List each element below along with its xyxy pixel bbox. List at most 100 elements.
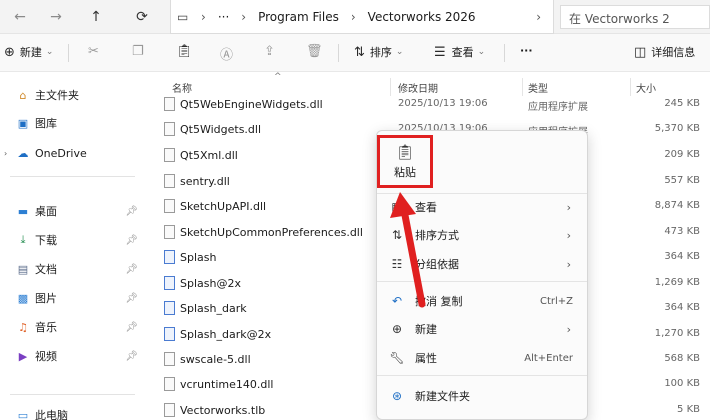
video-icon: ▶ [18,349,28,363]
breadcrumb-program-files[interactable]: Program Files [252,10,345,24]
pin-icon[interactable]: 📌︎ [125,264,138,275]
sidebar-item-label: 此电脑 [35,409,68,420]
sidebar-item-home[interactable]: ⌂ 主文件夹 [0,84,146,106]
pictures-icon: ▩ [17,291,29,305]
file-size: 1,270 KB [654,328,700,339]
dll-file-icon [164,225,175,239]
sidebar-item-label: 视频 [35,350,57,363]
paste-icon: 📋︎ [395,142,415,161]
menu-item-new[interactable]: ⊕ 新建 › [385,315,581,343]
sidebar-item-onedrive[interactable]: › ☁ OneDrive [0,142,146,164]
menu-item-label: 新建 [415,323,437,336]
share-icon[interactable]: ⇪ [264,44,275,59]
file-type: 应用程序扩展 [528,102,588,113]
pin-icon[interactable]: 📌︎ [125,351,138,362]
pin-icon[interactable]: 📌︎ [125,322,138,333]
file-size: 568 KB [664,353,700,364]
document-icon: ▤ [17,262,29,276]
more-button[interactable]: ··· [520,44,533,57]
chevron-right-icon[interactable]: › [195,10,212,24]
file-name: Qt5WebEngineWidgets.dll [180,98,323,111]
breadcrumb-vectorworks[interactable]: Vectorworks 2026 [362,10,482,24]
arrow-shaft [400,206,426,308]
table-row[interactable]: Qt5WebEngineWidgets.dll 2025/10/13 19:06… [150,92,710,117]
breadcrumb[interactable]: ▭ › ··· › Program Files › Vectorworks 20… [170,0,554,34]
image-file-icon [164,276,175,290]
file-size: 364 KB [664,302,700,313]
sidebar-item-pictures[interactable]: ▩ 图片 📌︎ [0,287,146,309]
pin-icon[interactable]: 📌︎ [125,293,138,304]
sidebar-item-this-pc[interactable]: ▭ 此电脑 [0,404,146,420]
monitor-icon[interactable]: ▭ [177,10,195,24]
sidebar-item-desktop[interactable]: ▬ 桌面 📌︎ [0,200,146,222]
paste-icon[interactable]: 📋︎ [176,44,193,59]
up-icon[interactable]: ↑ [84,5,108,29]
file-size: 1,269 KB [654,277,700,288]
details-label: 详细信息 [651,46,696,59]
delete-icon[interactable]: 🗑︎ [306,44,323,59]
shortcut-label: Ctrl+Z [539,295,573,307]
sidebar-item-label: 图片 [35,292,57,305]
menu-item-new-folder[interactable]: ⊛ 新建文件夹 [385,382,581,410]
file-name: Splash [180,251,217,264]
menu-divider [377,375,587,376]
back-icon[interactable]: ← [8,5,32,29]
cloud-icon: ☁ [17,146,29,160]
sort-icon: ⇅ [354,44,365,60]
pin-icon[interactable]: 📌︎ [125,206,138,217]
toolbar-divider [338,44,339,62]
dll-file-icon [164,352,175,366]
home-icon: ⌂ [19,88,27,102]
chevron-down-icon: ⌄ [395,47,404,57]
sidebar-divider [10,394,135,395]
chevron-right-icon[interactable]: › [345,10,362,24]
plus-circle-icon: ⊕ [391,322,403,336]
file-name: Splash_dark [180,302,247,315]
new-folder-icon: ⊛ [391,389,403,403]
forward-icon[interactable]: → [44,5,68,29]
menu-item-properties[interactable]: 🔧︎ 属性 Alt+Enter [385,344,581,372]
file-name: Splash_dark@2x [180,328,272,341]
paste-button[interactable]: 📋︎ 粘贴 [377,135,433,188]
sidebar-item-label: 主文件夹 [35,89,79,102]
music-icon: ♫ [18,320,28,334]
shortcut-label: Alt+Enter [524,352,573,364]
file-size: 473 KB [664,226,700,237]
toolbar-divider [68,44,69,62]
file-size: 100 KB [664,378,700,389]
sidebar-item-documents[interactable]: ▤ 文档 📌︎ [0,258,146,280]
rename-icon[interactable]: Ⓐ [220,44,233,63]
copy-icon[interactable]: ❐ [132,44,144,59]
breadcrumb-more[interactable]: ··· [212,10,235,24]
file-name: Qt5Xml.dll [180,149,238,162]
sort-label: 排序 [369,46,392,59]
image-file-icon [164,301,175,315]
file-size: 5 KB [677,404,700,415]
chevron-down-icon: ⌄ [477,47,486,57]
sidebar-item-videos[interactable]: ▶ 视频 📌︎ [0,345,146,367]
sidebar-item-music[interactable]: ♫ 音乐 📌︎ [0,316,146,338]
command-bar: ⊕ 新建 ⌄ ✂ ❐ 📋︎ Ⓐ ⇪ 🗑︎ ⇅ 排序 ⌄ ☰ 查看 ⌄ ··· ◫… [0,34,710,72]
sidebar-item-gallery[interactable]: ▣ 图库 [0,112,146,134]
view-button[interactable]: ☰ 查看 ⌄ [434,44,485,60]
details-button[interactable]: ◫ 详细信息 [634,44,695,60]
sort-button[interactable]: ⇅ 排序 ⌄ [354,44,403,60]
file-size: 557 KB [664,175,700,186]
new-button[interactable]: ⊕ 新建 ⌄ [4,44,53,60]
chevron-right-icon[interactable]: › [530,10,547,24]
file-name: sentry.dll [180,175,230,188]
refresh-icon[interactable]: ⟳ [130,5,154,29]
file-size: 245 KB [664,98,700,109]
sidebar-item-downloads[interactable]: ⤓ 下载 📌︎ [0,229,146,251]
cut-icon[interactable]: ✂ [88,44,99,59]
view-label: 查看 [451,46,474,59]
file-size: 209 KB [664,149,700,160]
download-icon: ⤓ [20,233,26,246]
tlb-file-icon [164,403,175,417]
dll-file-icon [164,377,175,391]
pin-icon[interactable]: 📌︎ [125,235,138,246]
search-input[interactable]: 在 Vectorworks 2 [560,5,710,29]
file-size: 8,874 KB [654,200,700,211]
menu-item-label: 新建文件夹 [415,390,470,403]
chevron-right-icon[interactable]: › [4,149,7,158]
